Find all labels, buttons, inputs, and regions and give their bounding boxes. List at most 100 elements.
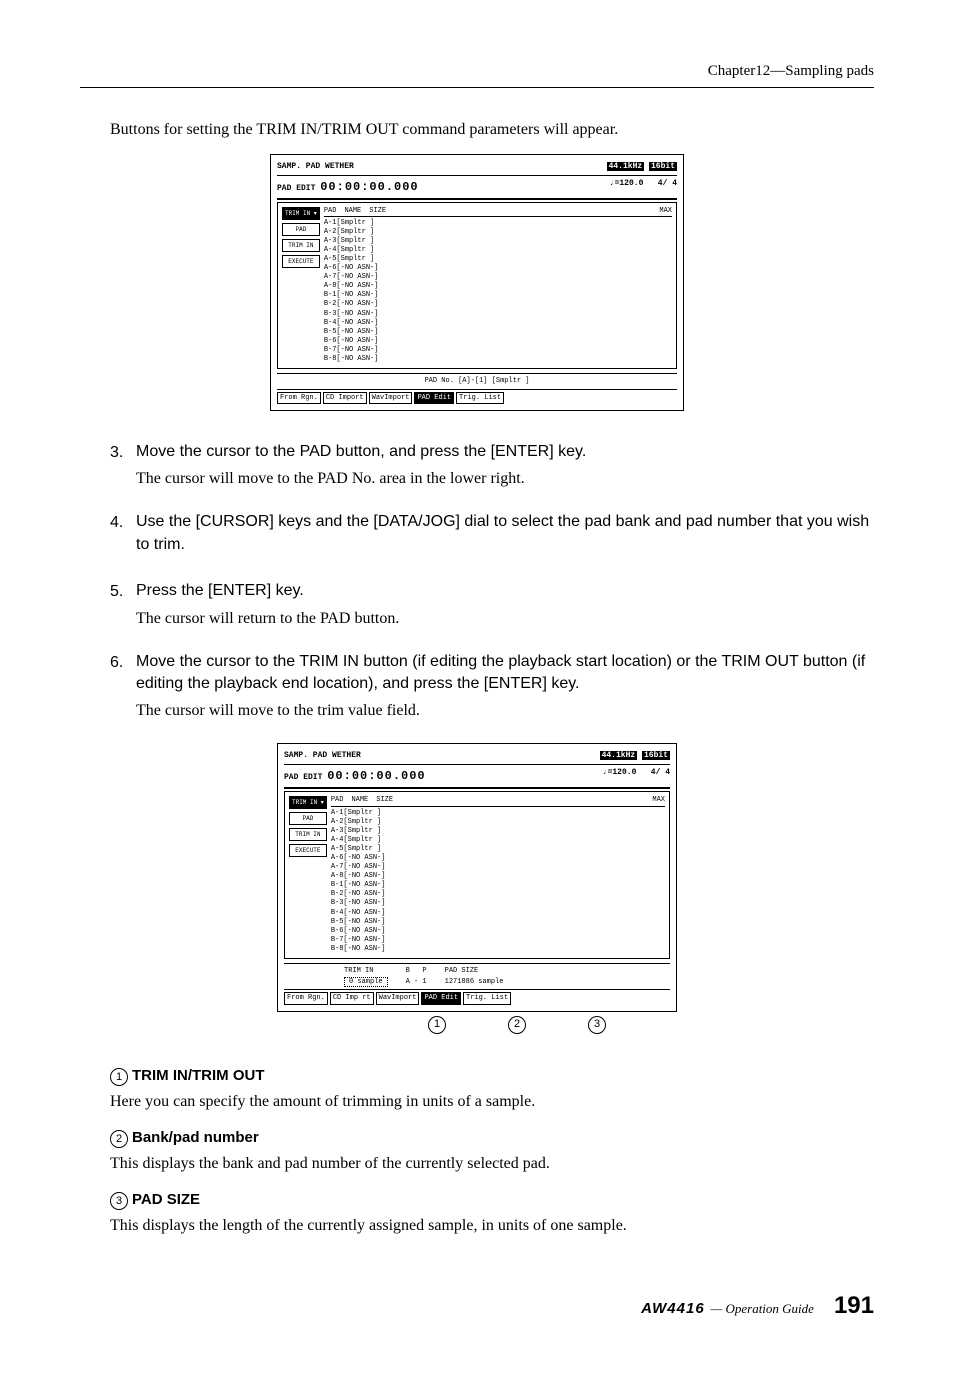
step-number: 4. [110, 511, 136, 560]
lcd-row: B-7[-NO ASN-] [324, 346, 672, 355]
label-p: P [422, 967, 426, 975]
lcd-row: B-8[-NO ASN-] [324, 355, 672, 364]
step-number: 5. [110, 580, 136, 630]
lcd-row: B-2[-NO ASN-] [324, 300, 672, 309]
lcd-rate: 44.1kHz [600, 751, 638, 760]
lcd-tab-pad-edit[interactable]: PAD Edit [414, 392, 454, 405]
definition-marker-2: 2 [110, 1130, 128, 1148]
lcd-row: A-5[Smpltr ] [324, 255, 672, 264]
definition-3: 3 PAD SIZE This displays the length of t… [110, 1188, 874, 1238]
step-title: Move the cursor to the PAD button, and p… [136, 441, 874, 463]
lcd-tab-cd-import[interactable]: CD Imp rt [330, 992, 374, 1005]
lcd-row: A-7[-NO ASN-] [324, 273, 672, 282]
definition-label: TRIM IN/TRIM OUT [132, 1067, 264, 1084]
intro-text: Buttons for setting the TRIM IN/TRIM OUT… [80, 118, 874, 142]
lcd-tab-cd-import[interactable]: CD Import [323, 392, 367, 405]
lcd-tab-wav-import[interactable]: WavImport [376, 992, 420, 1005]
lcd-col-max: MAX [652, 796, 665, 805]
lcd-col-pad: PAD [331, 796, 344, 805]
lcd-songname: WETHER [332, 751, 361, 760]
annotation-pointers: 1 2 3 [277, 1016, 677, 1034]
lcd-row: B-4[-NO ASN-] [324, 319, 672, 328]
lcd-tempo: ♩=120.0 [603, 768, 637, 777]
lcd-row: A-6[-NO ASN-] [331, 854, 665, 863]
trim-in-label: TRIM IN [344, 967, 373, 975]
lcd-btn-pad[interactable]: PAD [282, 223, 320, 236]
definition-text: This displays the length of the currentl… [110, 1214, 874, 1238]
lcd-tab-pad-edit[interactable]: PAD Edit [421, 992, 461, 1005]
lcd-pad-list: PAD NAME SIZE MAX A-1[Smpltr ] A-2[Smplt… [331, 796, 665, 954]
lcd-row: A-2[Smpltr ] [331, 818, 665, 827]
lcd-meter: 4/ 4 [651, 768, 670, 777]
lcd-row: A-1[Smpltr ] [324, 219, 672, 228]
lcd-row: A-6[-NO ASN-] [324, 264, 672, 273]
lcd-title-1: SAMP. PAD [277, 162, 320, 171]
annotation-marker-3: 3 [588, 1016, 606, 1034]
step-6: 6. Move the cursor to the TRIM IN button… [80, 651, 874, 724]
lcd-title-1: SAMP. PAD [284, 751, 327, 760]
lcd-btn-trim-in[interactable]: TRIM IN [282, 239, 320, 252]
lcd-btn-trim-in-dropdown[interactable]: TRIM IN ▾ [289, 796, 327, 809]
step-title: Press the [ENTER] key. [136, 580, 874, 602]
lcd-row: A-8[-NO ASN-] [324, 282, 672, 291]
step-description: The cursor will return to the PAD button… [136, 607, 874, 631]
label-b: B [406, 967, 410, 975]
pad-size-label: PAD SIZE [445, 967, 479, 975]
lcd-row: A-4[Smpltr ] [324, 246, 672, 255]
header-rule [80, 87, 874, 88]
lcd-tab-trig-list[interactable]: Trig. List [456, 392, 504, 405]
lcd-timecode: 00:00:00.000 [327, 769, 425, 783]
definition-marker-1: 1 [110, 1068, 128, 1086]
bank-pad-value: A - 1 [406, 978, 427, 986]
lcd-row: A-5[Smpltr ] [331, 845, 665, 854]
lcd-row: B-7[-NO ASN-] [331, 936, 665, 945]
lcd-title-2: PAD EDIT [284, 773, 322, 782]
lcd-tab-from-rgn[interactable]: From Rgn. [277, 392, 321, 405]
definition-1: 1 TRIM IN/TRIM OUT Here you can specify … [110, 1064, 874, 1114]
footer-guide: — Operation Guide [711, 1299, 814, 1319]
lcd-bits: 16bit [649, 162, 677, 171]
step-3: 3. Move the cursor to the PAD button, an… [80, 441, 874, 491]
lcd-col-name: NAME [351, 796, 368, 805]
lcd-tab-from-rgn[interactable]: From Rgn. [284, 992, 328, 1005]
lcd-tab-trig-list[interactable]: Trig. List [463, 992, 511, 1005]
screenshot-pad-edit-2: SAMP. PAD WETHER 44.1kHz 16bit PAD EDIT … [277, 743, 677, 1011]
lcd-row: B-6[-NO ASN-] [331, 927, 665, 936]
lcd-row: B-3[-NO ASN-] [331, 899, 665, 908]
definition-text: Here you can specify the amount of trimm… [110, 1090, 874, 1114]
lcd-row: B-8[-NO ASN-] [331, 945, 665, 954]
definition-marker-3: 3 [110, 1192, 128, 1210]
screenshot-pad-edit-1: SAMP. PAD WETHER 44.1kHz 16bit PAD EDIT … [270, 154, 684, 412]
lcd-btn-execute[interactable]: EXECUTE [282, 255, 320, 268]
annotation-marker-2: 2 [508, 1016, 526, 1034]
definition-text: This displays the bank and pad number of… [110, 1152, 874, 1176]
lcd-tab-wav-import[interactable]: WavImport [369, 392, 413, 405]
lcd-row: B-6[-NO ASN-] [324, 337, 672, 346]
lcd-row: B-1[-NO ASN-] [331, 881, 665, 890]
definition-label: PAD SIZE [132, 1191, 200, 1208]
step-number: 3. [110, 441, 136, 491]
lcd-row: B-5[-NO ASN-] [324, 328, 672, 337]
step-description: The cursor will move to the trim value f… [136, 699, 874, 723]
lcd-row: B-3[-NO ASN-] [324, 310, 672, 319]
lcd-btn-execute[interactable]: EXECUTE [289, 844, 327, 857]
lcd-row: A-4[Smpltr ] [331, 836, 665, 845]
lcd-row: A-3[Smpltr ] [324, 237, 672, 246]
lcd-btn-pad[interactable]: PAD [289, 812, 327, 825]
lcd-row: B-2[-NO ASN-] [331, 890, 665, 899]
lcd-row: A-3[Smpltr ] [331, 827, 665, 836]
lcd-title-2: PAD EDIT [277, 184, 315, 193]
lcd-row: B-4[-NO ASN-] [331, 909, 665, 918]
lcd-timecode: 00:00:00.000 [320, 180, 418, 194]
lcd-btn-trim-in[interactable]: TRIM IN [289, 828, 327, 841]
lcd-trim-footer: TRIM IN 0 sample B P A - 1 PAD SIZE 1271… [284, 963, 670, 987]
step-title: Move the cursor to the TRIM IN button (i… [136, 651, 874, 696]
lcd-bits: 16bit [642, 751, 670, 760]
trim-in-value[interactable]: 0 sample [344, 977, 388, 987]
step-number: 6. [110, 651, 136, 724]
lcd-col-name: NAME [344, 207, 361, 216]
lcd-row: A-2[Smpltr ] [324, 228, 672, 237]
page-footer: AW4416 — Operation Guide 191 [80, 1288, 874, 1324]
lcd-btn-trim-in-dropdown[interactable]: TRIM IN ▾ [282, 207, 320, 220]
annotation-marker-1: 1 [428, 1016, 446, 1034]
